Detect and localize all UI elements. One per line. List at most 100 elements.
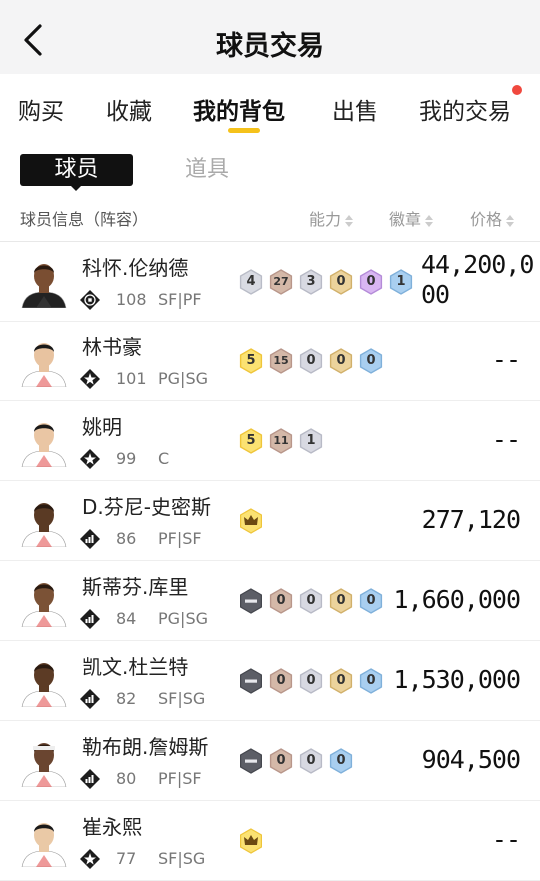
badge: 4 (238, 268, 264, 296)
col-price[interactable]: 价格 (470, 206, 515, 230)
crown-badge-icon (239, 828, 262, 854)
badge-count: 0 (306, 593, 316, 608)
player-avatar (21, 423, 67, 467)
player-price: 904,500 (421, 745, 521, 774)
tab-sell[interactable]: 出售 (332, 92, 378, 126)
badge: 1 (388, 268, 414, 296)
badge-count: 0 (306, 673, 316, 688)
badge-count: 11 (273, 434, 289, 447)
badge-count: 0 (366, 274, 376, 289)
player-price: -- (491, 825, 521, 854)
nets-badge-icon (80, 290, 100, 310)
player-rating: 84 (116, 609, 137, 628)
badge-count: 5 (246, 433, 256, 448)
player-row[interactable]: 姚明 99 C 5 11 1 -- (0, 401, 540, 481)
player-avatar (21, 503, 67, 547)
player-row[interactable]: 凯文.杜兰特 82 SF|SG 0 0 0 0 1,530,000 (0, 641, 540, 721)
player-position: PG|SG (158, 369, 208, 388)
tab-my-backpack[interactable]: 我的背包 (193, 92, 285, 126)
column-header: 球员信息（阵容） 能力 徽章 价格 (0, 198, 540, 242)
badge (238, 747, 264, 775)
bars-badge-icon (80, 769, 100, 789)
player-name: 斯蒂芬.库里 (82, 575, 189, 599)
badge: 0 (328, 667, 354, 695)
tab-buy[interactable]: 购买 (18, 92, 64, 126)
player-position: SF|PF (158, 290, 202, 309)
badge: 3 (298, 268, 324, 296)
player-row[interactable]: 崔永熙 77 SF|SG -- (0, 801, 540, 881)
player-avatar (21, 663, 67, 707)
col-badge[interactable]: 徽章 (389, 206, 434, 230)
player-name: 勒布朗.詹姆斯 (82, 735, 209, 759)
badge (238, 667, 264, 695)
subtab-players[interactable]: 球员 (20, 154, 133, 186)
col-ability[interactable]: 能力 (309, 206, 354, 230)
locked-badge-icon (239, 668, 262, 694)
badge: 0 (328, 347, 354, 375)
player-row[interactable]: 斯蒂芬.库里 84 PG|SG 0 0 0 0 1,660,000 (0, 561, 540, 641)
badge: 0 (268, 667, 294, 695)
sort-icon (425, 214, 434, 228)
badge-count: 0 (366, 593, 376, 608)
badge: 0 (268, 747, 294, 775)
player-position: PF|SF (158, 529, 202, 548)
player-rating: 77 (116, 849, 137, 868)
price-line-1: 44,200,0 (421, 250, 534, 279)
star-badge-icon (80, 369, 100, 389)
badge-count: 0 (336, 593, 346, 608)
badge: 0 (358, 587, 384, 615)
page-title: 球员交易 (216, 31, 324, 62)
player-row[interactable]: 科怀.伦纳德 108 SF|PF 4 27 3 0 0 1 44,200,0 00 (0, 242, 540, 322)
player-avatar (21, 583, 67, 627)
badge: 5 (238, 347, 264, 375)
badge: 0 (298, 347, 324, 375)
top-bar: 球员交易 (0, 0, 540, 74)
tab-my-trades[interactable]: 我的交易 (419, 92, 511, 126)
sort-icon (345, 214, 354, 228)
badge: 0 (328, 268, 354, 296)
player-price: 1,660,000 (393, 585, 521, 614)
subtab-items[interactable]: 道具 (185, 154, 229, 186)
player-avatar (21, 264, 67, 308)
badge-count: 1 (306, 433, 316, 448)
col-ability-label: 能力 (309, 210, 342, 229)
badge: 11 (268, 427, 294, 455)
player-position: SF|SG (158, 689, 206, 708)
col-price-label: 价格 (470, 210, 503, 229)
bars-badge-icon (80, 609, 100, 629)
badge-count: 0 (306, 353, 316, 368)
tab-favorites[interactable]: 收藏 (106, 92, 152, 126)
badge-count: 27 (273, 275, 289, 288)
player-rating: 82 (116, 689, 137, 708)
player-position: PG|SG (158, 609, 208, 628)
locked-badge-icon (239, 748, 262, 774)
badge-count: 1 (396, 274, 406, 289)
col-player-info: 球员信息（阵容） (20, 210, 149, 229)
player-price: 277,120 (421, 505, 521, 534)
badge-count: 4 (246, 274, 256, 289)
player-rating: 101 (116, 369, 147, 388)
player-row[interactable]: D.芬尼-史密斯 86 PF|SF 277,120 (0, 481, 540, 561)
player-row[interactable]: 林书豪 101 PG|SG 5 15 0 0 0 -- (0, 321, 540, 401)
locked-badge-icon (239, 588, 262, 614)
player-position: PF|SF (158, 769, 202, 788)
badge-count: 0 (336, 353, 346, 368)
badge-count: 0 (276, 673, 286, 688)
sort-icon (506, 214, 515, 228)
sub-tabs: 球员 道具 (0, 138, 540, 198)
badge: 1 (298, 427, 324, 455)
badge-count: 5 (246, 353, 256, 368)
badge-count: 15 (273, 354, 289, 367)
bars-badge-icon (80, 529, 100, 549)
player-rating: 99 (116, 449, 137, 468)
player-avatar (21, 823, 67, 867)
main-tabs: 购买 收藏 我的背包 出售 我的交易 (0, 74, 540, 138)
player-row[interactable]: 勒布朗.詹姆斯 80 PF|SF 0 0 0 904,500 (0, 721, 540, 801)
player-price: -- (491, 345, 521, 374)
badge: 0 (358, 667, 384, 695)
player-avatar (21, 343, 67, 387)
badge: 0 (268, 587, 294, 615)
price-line-2: 00 (421, 280, 450, 309)
bars-badge-icon (80, 689, 100, 709)
star-badge-icon (80, 849, 100, 869)
